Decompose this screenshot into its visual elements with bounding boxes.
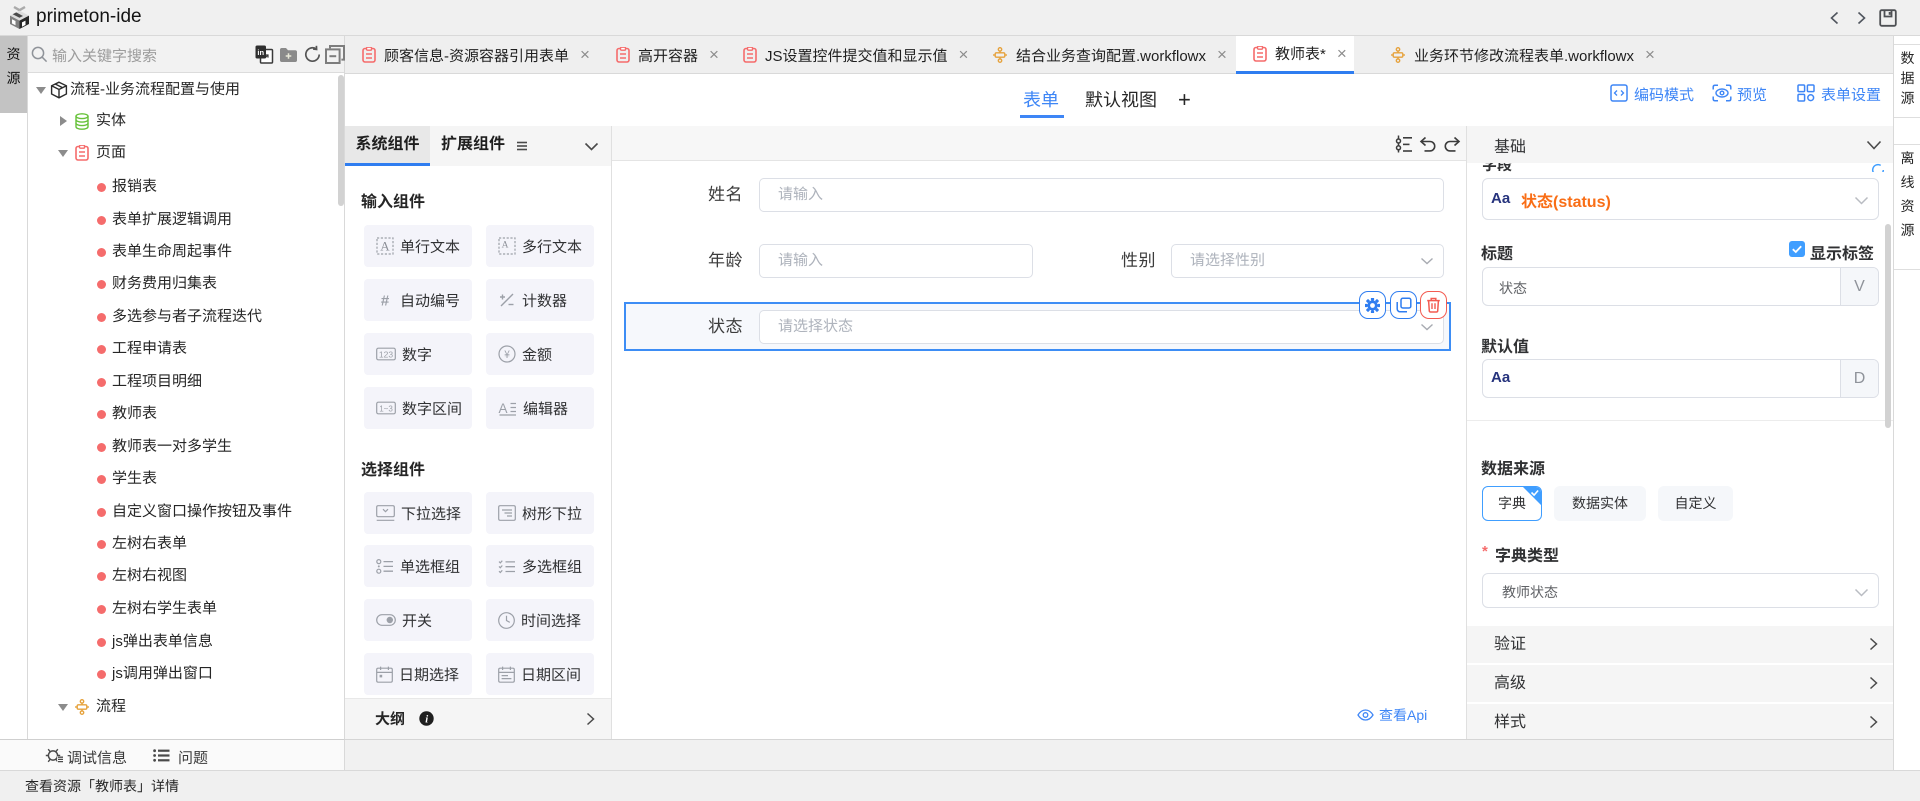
- svg-text:A: A: [498, 401, 507, 416]
- svg-text:1~3: 1~3: [379, 404, 393, 413]
- svg-text:i: i: [425, 714, 428, 725]
- svg-text:¥: ¥: [504, 347, 510, 362]
- svg-text:in: in: [257, 48, 264, 57]
- svg-text:123: 123: [379, 350, 393, 360]
- svg-text:A: A: [380, 239, 390, 254]
- svg-text:#: #: [381, 293, 390, 310]
- svg-text:A: A: [502, 241, 509, 251]
